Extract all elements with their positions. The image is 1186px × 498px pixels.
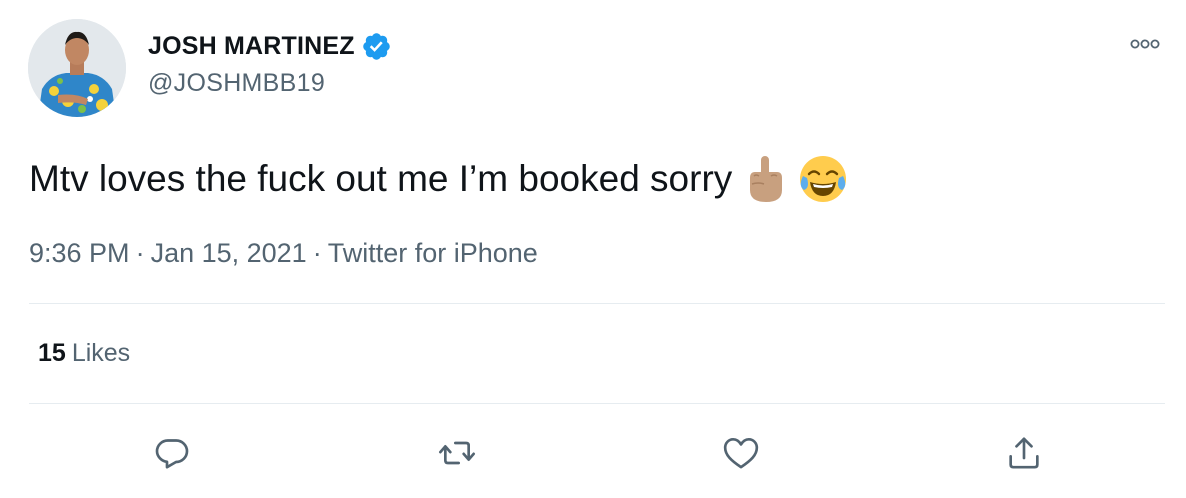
tweet-source[interactable]: Twitter for iPhone [328, 238, 538, 268]
tweet-date[interactable]: Jan 15, 2021 [151, 238, 307, 268]
retweet-icon[interactable] [437, 433, 477, 473]
user-handle[interactable]: @JOSHMBB19 [148, 69, 392, 98]
tweet-card: JOSH MARTINEZ @JOSHMBB19 Mtv loves the f… [0, 0, 1186, 498]
likes-count: 15 [38, 339, 66, 367]
avatar-image [28, 19, 126, 117]
verified-badge-icon [361, 31, 392, 62]
share-icon[interactable] [1004, 433, 1044, 473]
author-block: JOSH MARTINEZ @JOSHMBB19 [148, 29, 392, 98]
meta-separator: · [312, 238, 322, 268]
tweet-meta: 9:36 PM · Jan 15, 2021 · Twitter for iPhone [29, 238, 538, 269]
middle-finger-emoji [740, 154, 790, 204]
tears-of-joy-emoji [798, 154, 848, 204]
divider [29, 303, 1165, 304]
heart-icon[interactable] [721, 433, 761, 473]
display-name[interactable]: JOSH MARTINEZ [148, 32, 355, 61]
tweet-body: Mtv loves the fuck out me I’m booked sor… [29, 158, 733, 199]
reply-icon[interactable] [152, 433, 192, 473]
avatar[interactable] [28, 19, 126, 117]
likes-label: Likes [71, 339, 131, 367]
name-row: JOSH MARTINEZ [148, 29, 392, 63]
divider [29, 403, 1165, 404]
likes-stat[interactable]: 15 Likes [38, 339, 130, 368]
more-options-icon[interactable] [1128, 34, 1162, 54]
meta-separator: · [135, 238, 145, 268]
tweet-time[interactable]: 9:36 PM [29, 238, 130, 268]
tweet-text: Mtv loves the fuck out me I’m booked sor… [29, 154, 848, 204]
